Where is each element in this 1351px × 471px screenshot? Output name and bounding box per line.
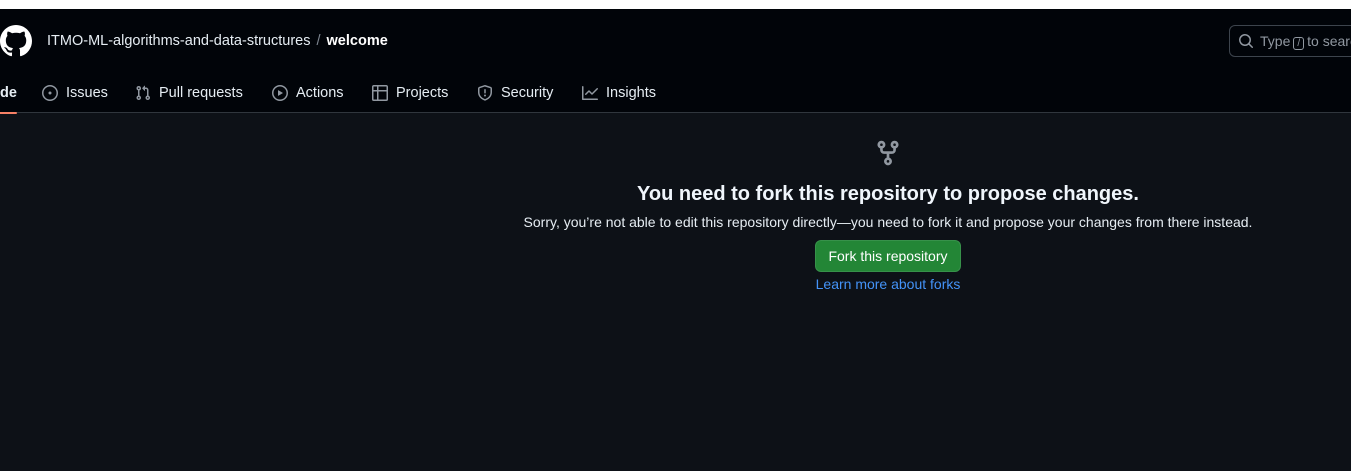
search-shortcut-key: / [1293, 36, 1305, 50]
search-input[interactable]: Type/to search [1229, 25, 1351, 57]
tab-pull-requests-label: Pull requests [159, 85, 243, 101]
tab-actions[interactable]: Actions [272, 73, 344, 113]
repo-nav: de Issues Pull requests Actions Projects… [0, 73, 900, 114]
tab-issues[interactable]: Issues [42, 73, 108, 113]
play-icon [272, 85, 288, 101]
table-icon [372, 85, 388, 101]
tab-projects-label: Projects [396, 85, 449, 101]
tab-projects[interactable]: Projects [372, 73, 448, 113]
fork-required-heading: You need to fork this repository to prop… [637, 183, 1139, 205]
graph-icon [582, 86, 598, 100]
fork-repository-button[interactable]: Fork this repository [815, 240, 961, 272]
tab-insights-label: Insights [606, 85, 656, 101]
tab-code-label: de [0, 85, 17, 101]
repo-forked-icon [877, 140, 899, 166]
repo-header: ITMO-ML-algorithms-and-data-structures / w… [0, 9, 1351, 114]
search-placeholder-prefix: Type [1260, 32, 1291, 49]
git-pull-request-icon [136, 85, 151, 101]
top-strip [0, 0, 1351, 9]
owner-link[interactable]: ITMO-ML-algorithms-and-data-structures [47, 33, 311, 49]
learn-more-forks-link[interactable]: Learn more about forks [498, 274, 1278, 294]
fork-required-description: Sorry, you’re not able to edit this repo… [523, 214, 1253, 230]
tab-security[interactable]: Security [477, 73, 553, 113]
tab-pull-requests[interactable]: Pull requests [135, 73, 243, 113]
tab-security-label: Security [501, 85, 554, 101]
search-icon [1239, 34, 1253, 48]
search-placeholder-suffix: to search [1307, 32, 1351, 49]
tab-issues-label: Issues [66, 85, 108, 101]
fork-required-panel: You need to fork this repository to prop… [498, 137, 1278, 294]
breadcrumb-separator: / [316, 33, 321, 49]
shield-icon [478, 85, 492, 101]
github-mark-icon[interactable] [0, 25, 32, 57]
issue-opened-icon [42, 85, 58, 101]
breadcrumb: ITMO-ML-algorithms-and-data-structures / w… [47, 32, 388, 50]
tab-code[interactable]: de [0, 73, 17, 114]
tab-actions-label: Actions [296, 85, 344, 101]
repo-link[interactable]: welcome [327, 33, 388, 49]
tab-insights[interactable]: Insights [582, 73, 656, 113]
